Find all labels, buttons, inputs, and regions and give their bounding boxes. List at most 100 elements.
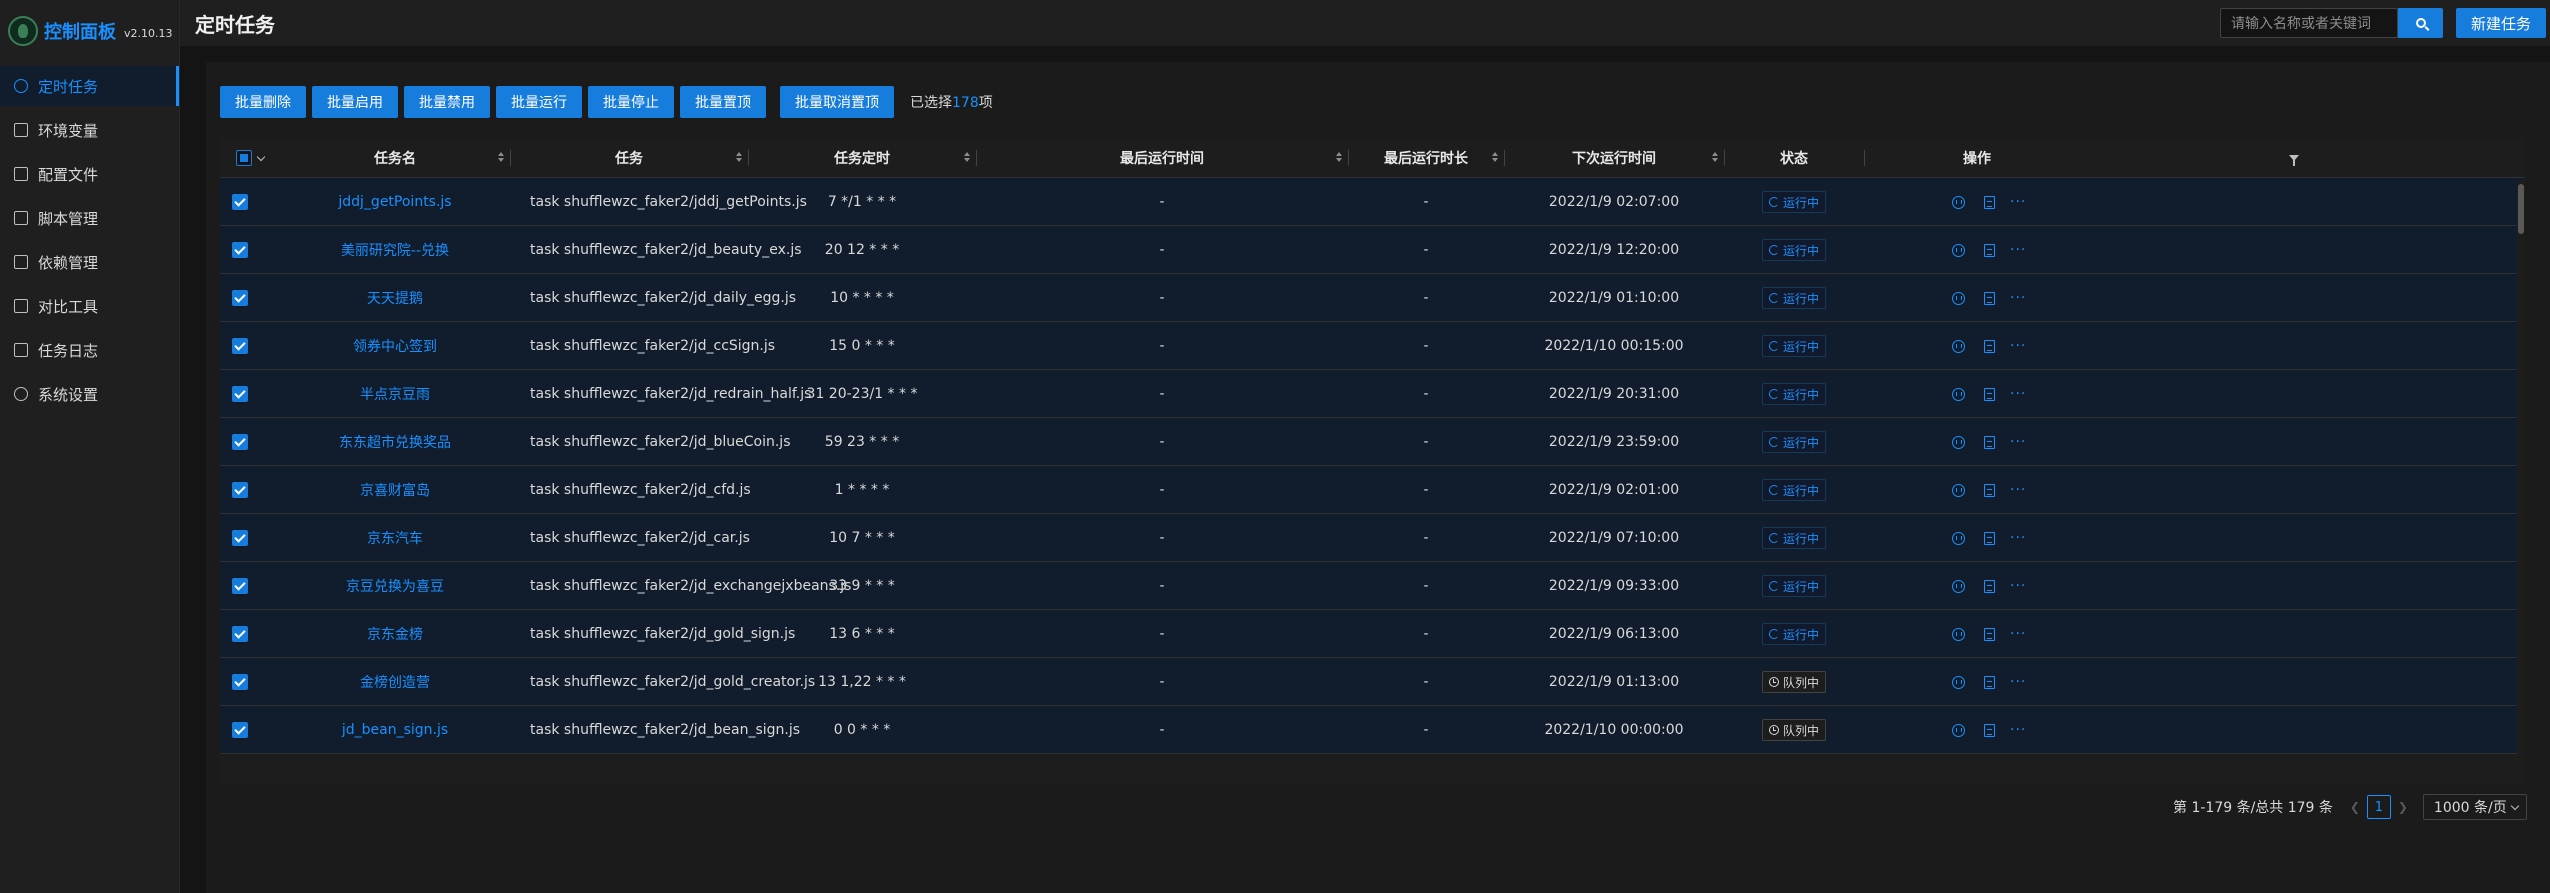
file-text-icon[interactable] [1984,387,1995,401]
batch-run-button[interactable]: 批量运行 [496,86,582,118]
page-size-select[interactable]: 1000 条/页 [2422,794,2527,820]
table-scrollbar[interactable] [2517,180,2525,784]
stop-icon[interactable] [1952,483,1965,497]
sort-icon[interactable] [1712,152,1718,162]
table-row[interactable]: 金榜创造营 task shufflewzc_faker2/jd_gold_crea… [220,658,2525,706]
stop-action[interactable] [1952,226,1965,274]
row-select-cell[interactable] [220,658,260,706]
table-row[interactable]: jd_bean_sign.js task shufflewzc_faker2/jd… [220,706,2525,754]
ellipsis-icon[interactable]: ··· [2010,243,2026,257]
row-select-cell[interactable] [220,274,260,322]
select-all-cell[interactable] [220,138,280,178]
select-all-checkbox[interactable] [236,150,252,166]
log-action[interactable] [1984,274,1995,322]
log-action[interactable] [1984,322,1995,370]
filter-icon[interactable] [2289,155,2299,166]
search-button[interactable] [2398,8,2443,38]
stop-action[interactable] [1952,178,1965,226]
batch-stop-button[interactable]: 批量停止 [588,86,674,118]
task-name-link[interactable]: 天天提鹅 [367,288,423,308]
row-select-cell[interactable] [220,466,260,514]
stop-action[interactable] [1952,274,1965,322]
row-select-cell[interactable] [220,514,260,562]
stop-action[interactable] [1952,514,1965,562]
stop-icon[interactable] [1952,531,1965,545]
batch-unpin-button[interactable]: 批量取消置顶 [780,86,894,118]
sidebar-item-crontab[interactable]: 定时任务 [0,66,179,106]
sort-icon[interactable] [736,152,742,162]
next-page-icon[interactable]: ❯ [2391,795,2415,819]
page-number[interactable]: 1 [2366,795,2391,819]
log-action[interactable] [1984,658,1995,706]
new-task-button[interactable]: 新建任务 [2456,8,2546,38]
task-name-link[interactable]: 京东汽车 [367,528,423,548]
log-action[interactable] [1984,706,1995,754]
stop-action[interactable] [1952,658,1965,706]
table-row[interactable]: 东东超市兑换奖品 task shufflewzc_faker2/jd_blueCo… [220,418,2525,466]
row-checkbox[interactable] [232,626,248,642]
table-row[interactable]: 领券中心签到 task shufflewzc_faker2/jd_ccSign.j… [220,322,2525,370]
col-header-last-run[interactable]: 最后运行时间 [976,138,1348,178]
row-select-cell[interactable] [220,562,260,610]
task-name-link[interactable]: 京喜财富岛 [360,480,430,500]
sidebar-item-config[interactable]: 配置文件 [0,154,179,194]
log-action[interactable] [1984,226,1995,274]
table-row[interactable]: 京喜财富岛 task shufflewzc_faker2/jd_cfd.js 1 *… [220,466,2525,514]
row-checkbox[interactable] [232,482,248,498]
more-action[interactable]: ··· [2010,466,2026,514]
stop-action[interactable] [1952,466,1965,514]
stop-icon[interactable] [1952,339,1965,353]
log-action[interactable] [1984,466,1995,514]
row-checkbox[interactable] [232,338,248,354]
row-checkbox[interactable] [232,722,248,738]
row-checkbox[interactable] [232,194,248,210]
file-text-icon[interactable] [1984,627,1995,641]
row-checkbox[interactable] [232,242,248,258]
row-select-cell[interactable] [220,706,260,754]
stop-action[interactable] [1952,562,1965,610]
sort-icon[interactable] [1336,152,1342,162]
table-row[interactable]: 京东汽车 task shufflewzc_faker2/jd_car.js 10 7… [220,514,2525,562]
stop-action[interactable] [1952,418,1965,466]
ellipsis-icon[interactable]: ··· [2010,195,2026,209]
ellipsis-icon[interactable]: ··· [2010,291,2026,305]
col-header-name[interactable]: 任务名 [280,138,510,178]
stop-icon[interactable] [1952,723,1965,737]
col-header-command[interactable]: 任务 [510,138,748,178]
table-row[interactable]: 美丽研究院--兑换 task shufflewzc_faker2/jd_beaut… [220,226,2525,274]
file-text-icon[interactable] [1984,435,1995,449]
task-name-link[interactable]: 美丽研究院--兑换 [341,240,449,260]
row-checkbox[interactable] [232,530,248,546]
sidebar-item-log[interactable]: 任务日志 [0,330,179,370]
log-action[interactable] [1984,418,1995,466]
stop-icon[interactable] [1952,435,1965,449]
file-text-icon[interactable] [1984,483,1995,497]
more-action[interactable]: ··· [2010,274,2026,322]
table-row[interactable]: 天天提鹅 task shufflewzc_faker2/jd_daily_egg.… [220,274,2525,322]
file-text-icon[interactable] [1984,339,1995,353]
stop-icon[interactable] [1952,387,1965,401]
row-checkbox[interactable] [232,578,248,594]
log-action[interactable] [1984,514,1995,562]
col-header-next-run[interactable]: 下次运行时间 [1504,138,1724,178]
task-name-link[interactable]: 京东金榜 [367,624,423,644]
ellipsis-icon[interactable]: ··· [2010,531,2026,545]
col-header-schedule[interactable]: 任务定时 [748,138,976,178]
stop-icon[interactable] [1952,627,1965,641]
table-row[interactable]: jddj_getPoints.js task shufflewzc_faker2/… [220,178,2525,226]
more-action[interactable]: ··· [2010,514,2026,562]
stop-icon[interactable] [1952,291,1965,305]
ellipsis-icon[interactable]: ··· [2010,723,2026,737]
log-action[interactable] [1984,610,1995,658]
file-text-icon[interactable] [1984,531,1995,545]
sidebar-item-setting[interactable]: 系统设置 [0,374,179,414]
more-action[interactable]: ··· [2010,658,2026,706]
stop-icon[interactable] [1952,579,1965,593]
stop-icon[interactable] [1952,243,1965,257]
stop-icon[interactable] [1952,195,1965,209]
stop-action[interactable] [1952,610,1965,658]
ellipsis-icon[interactable]: ··· [2010,435,2026,449]
log-action[interactable] [1984,562,1995,610]
file-text-icon[interactable] [1984,243,1995,257]
log-action[interactable] [1984,370,1995,418]
